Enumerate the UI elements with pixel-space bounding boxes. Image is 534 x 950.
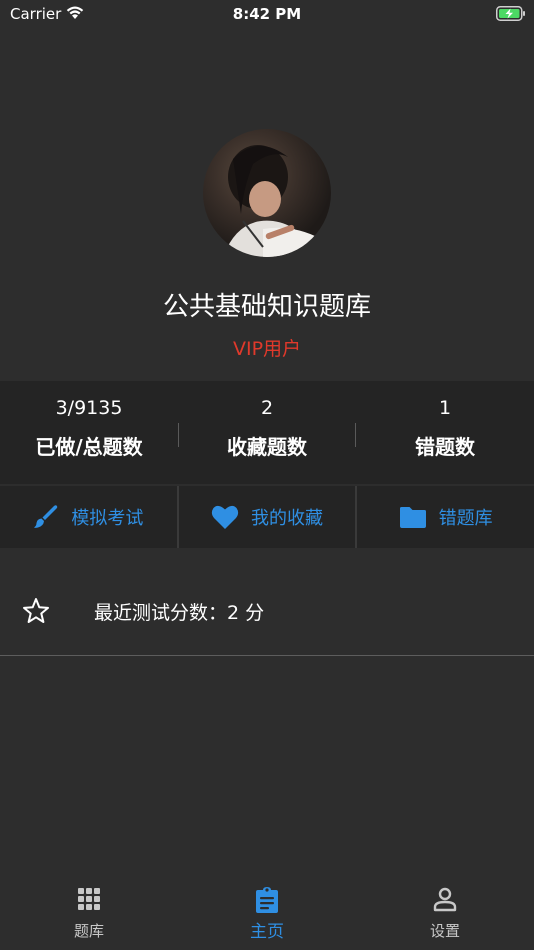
stat-label: 已做/总题数 [35, 435, 143, 459]
action-label: 错题库 [438, 508, 493, 529]
mock-exam-button[interactable]: 模拟考试 [0, 486, 177, 548]
recent-score-row[interactable]: 最近测试分数：2 分 [0, 566, 534, 656]
avatar[interactable] [203, 129, 331, 257]
tab-label: 设置 [429, 922, 460, 940]
tab-label: 题库 [73, 922, 104, 940]
stat-label: 收藏题数 [227, 435, 307, 459]
action-label: 模拟考试 [71, 508, 144, 529]
home-screen: Carrier 8:42 PM 公共基础知识题库 VIP用户 3/9135 已做… [0, 0, 534, 950]
clipboard-icon [256, 887, 278, 913]
action-bar: 模拟考试 我的收藏 错题库 [0, 486, 534, 548]
clock: 8:42 PM [232, 5, 302, 23]
stat-label: 错题数 [415, 435, 475, 459]
avatar-photo [223, 145, 321, 257]
recent-score-text: 最近测试分数：2 分 [94, 602, 265, 624]
action-label: 我的收藏 [251, 508, 323, 529]
stat-favorites[interactable]: 2 收藏题数 [178, 381, 356, 484]
stat-value: 3/9135 [55, 397, 123, 419]
person-icon [433, 887, 457, 912]
status-bar: Carrier 8:42 PM [0, 0, 534, 28]
tab-question-bank[interactable]: 题库 [0, 876, 178, 950]
stats-panel: 3/9135 已做/总题数 2 收藏题数 1 错题数 [0, 381, 534, 484]
stat-divider [178, 423, 179, 447]
stat-wrong[interactable]: 1 错题数 [356, 381, 534, 484]
wrong-questions-button[interactable]: 错题库 [357, 486, 534, 548]
grid-icon [78, 888, 100, 910]
tab-settings[interactable]: 设置 [356, 876, 534, 950]
folder-icon [399, 507, 426, 528]
stat-progress[interactable]: 3/9135 已做/总题数 [0, 381, 178, 484]
tab-label: 主页 [250, 922, 284, 942]
battery-charging-icon [496, 6, 525, 21]
stat-value: 1 [438, 397, 452, 419]
tab-home[interactable]: 主页 [178, 876, 356, 950]
paintbrush-icon [34, 505, 58, 528]
heart-icon [211, 505, 239, 529]
stat-divider [355, 423, 356, 447]
bank-title: 公共基础知识题库 [162, 292, 371, 322]
vip-badge: VIP用户 [232, 338, 302, 360]
tab-bar: 题库 主页 设置 [0, 876, 534, 950]
my-favorites-button[interactable]: 我的收藏 [178, 486, 356, 548]
stat-value: 2 [260, 397, 274, 419]
star-outline-icon [23, 598, 49, 623]
